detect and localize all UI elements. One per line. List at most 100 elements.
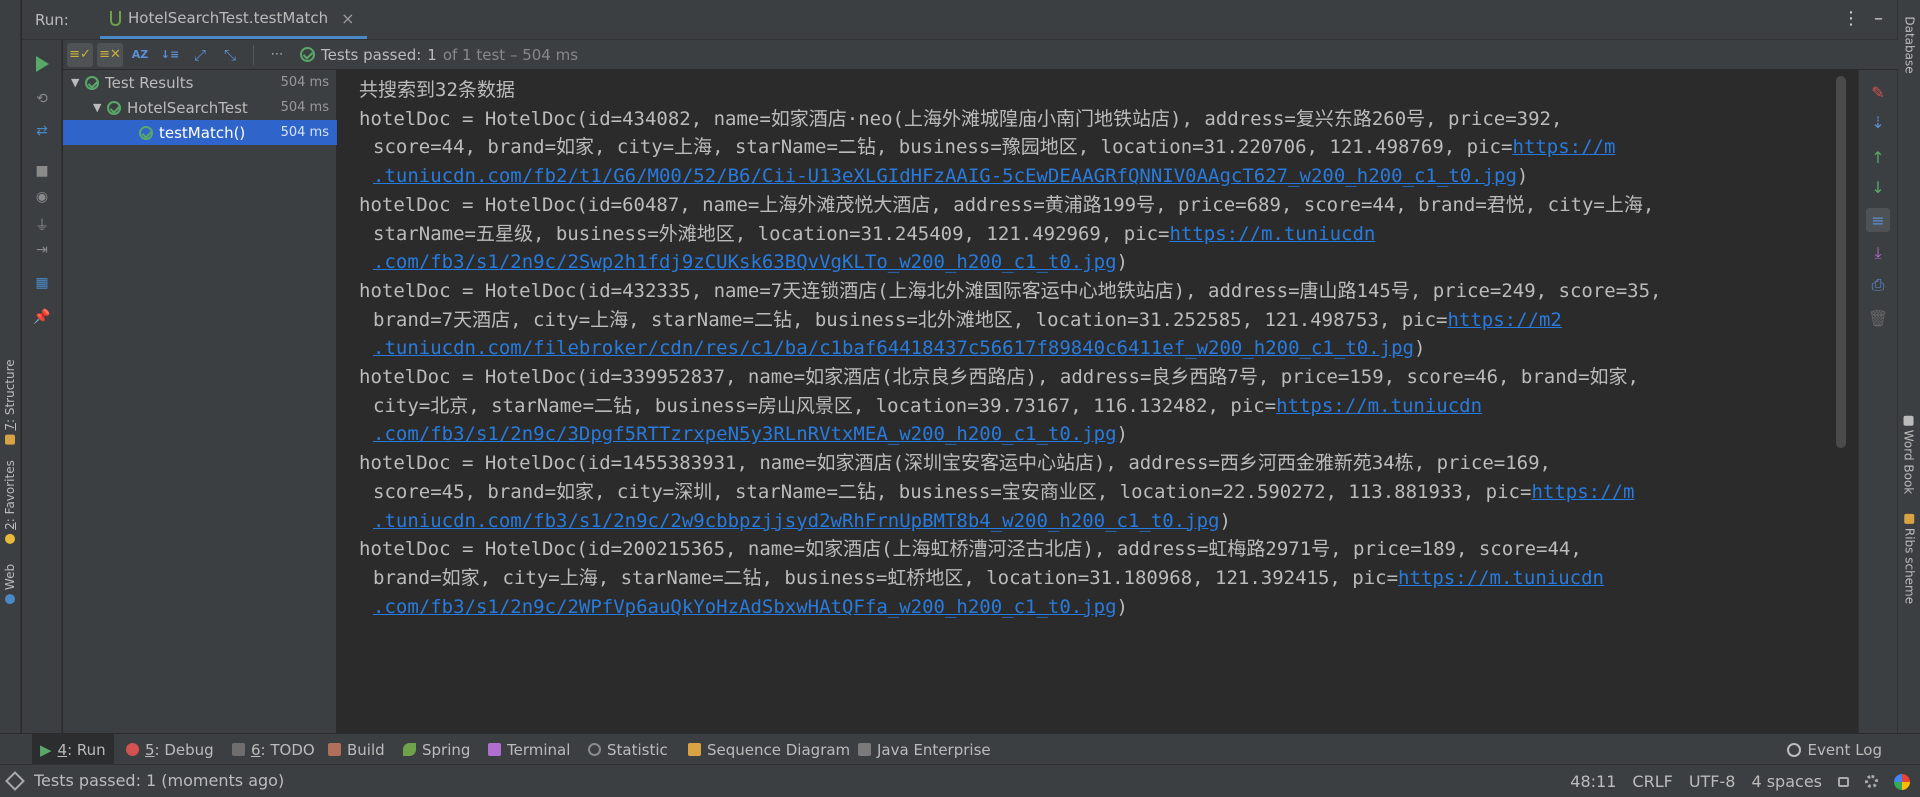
console-line-text: city=北京, starName=二钻, business=房山风景区, lo… bbox=[373, 394, 1277, 417]
database-tab-label: Database bbox=[1902, 16, 1916, 74]
web-tool-tab[interactable]: Web bbox=[3, 564, 17, 605]
console-output[interactable]: 共搜索到32条数据 hotelDoc = HotelDoc(id=434082, … bbox=[338, 70, 1858, 733]
ribs-icon bbox=[1904, 513, 1914, 524]
status-message[interactable]: Tests passed: 1 (moments ago) bbox=[34, 771, 284, 790]
console-line-tail: ) bbox=[1413, 337, 1426, 360]
passed-check-icon bbox=[85, 75, 99, 90]
file-encoding[interactable]: UTF-8 bbox=[1689, 772, 1736, 791]
gear-icon[interactable] bbox=[1865, 775, 1878, 788]
tab-todo[interactable]: 6: TODO bbox=[224, 734, 323, 765]
run-vertical-toolbar: ⟲ ⇄ ■ ◉ ⏚ ⇥ ▦ 📌 bbox=[22, 40, 62, 733]
tab-sequence-diagram[interactable]: Sequence Diagram bbox=[680, 734, 858, 765]
sort-lines-icon[interactable]: ⇣ bbox=[1866, 110, 1890, 134]
tree-row-label: testMatch() bbox=[159, 123, 246, 142]
tab-run[interactable]: ▶ 4: Run bbox=[32, 734, 114, 765]
structure-tool-tab[interactable]: 7: Structure bbox=[3, 359, 17, 445]
show-passed-toggle[interactable]: ≡✓ bbox=[67, 42, 93, 67]
console-link[interactable]: https://m bbox=[1531, 481, 1634, 503]
console-link[interactable]: .com/fb3/s1/2n9c/2Swp2h1fdj9zCUKsk63BQvV… bbox=[373, 251, 1117, 273]
expand-all-icon[interactable]: ⤢ bbox=[187, 43, 213, 67]
console-line-text: 共搜索到32条数据 bbox=[359, 79, 515, 101]
collapse-all-icon[interactable]: ⤡ bbox=[217, 43, 243, 67]
lock-icon[interactable] bbox=[1838, 776, 1849, 787]
console-link[interactable]: https://m bbox=[1512, 136, 1615, 158]
google-icon[interactable] bbox=[1894, 773, 1910, 790]
more-options-icon[interactable]: ⋮ bbox=[1842, 8, 1860, 29]
line-separator[interactable]: CRLF bbox=[1632, 772, 1672, 791]
more-icon[interactable]: ⋯ bbox=[264, 43, 290, 67]
console-link[interactable]: https://m.tuniucdn bbox=[1276, 395, 1482, 417]
toggle-auto-test-icon[interactable]: ⇄ bbox=[32, 121, 52, 141]
tab-spring[interactable]: Spring bbox=[395, 734, 478, 765]
speech-bubble-icon bbox=[1787, 742, 1802, 757]
wordbook-tool-tab[interactable]: Word Book bbox=[1902, 415, 1916, 495]
clear-all-icon[interactable]: ✎ bbox=[1866, 80, 1890, 104]
database-tool-tab[interactable]: Database bbox=[1902, 16, 1916, 73]
wordbook-tab-label: Word Book bbox=[1902, 429, 1916, 495]
print-icon[interactable]: ⎙ bbox=[1866, 273, 1890, 297]
tree-row-test-results[interactable]: ▼ Test Results 504 ms bbox=[63, 70, 337, 95]
tree-row-test-class[interactable]: ▼ HotelSearchTest 504 ms bbox=[63, 95, 337, 120]
book-icon bbox=[1904, 415, 1914, 426]
ribs-scheme-tool-tab[interactable]: Ribs scheme bbox=[1902, 513, 1916, 604]
console-link[interactable]: https://m2 bbox=[1447, 309, 1561, 331]
tab-statistic[interactable]: Statistic bbox=[580, 734, 676, 765]
show-ignored-toggle[interactable]: ≡✕ bbox=[97, 42, 123, 67]
caret-position[interactable]: 48:11 bbox=[1570, 772, 1616, 791]
stop-icon[interactable]: ■ bbox=[32, 161, 52, 181]
camera-icon[interactable]: ◉ bbox=[32, 187, 52, 207]
tab-java-enterprise[interactable]: Java Enterprise bbox=[850, 734, 999, 765]
rerun-failed-icon[interactable]: ⟲ bbox=[32, 89, 52, 109]
minimize-icon[interactable]: – bbox=[1874, 8, 1883, 29]
plug-icon[interactable]: ⏚ bbox=[32, 215, 52, 235]
close-icon[interactable]: × bbox=[341, 9, 354, 28]
ide-window: 7: Structure 2: Favorites Web Database W… bbox=[0, 0, 1920, 797]
status-toggle-icon[interactable] bbox=[5, 771, 25, 791]
tab-number: 4 bbox=[57, 740, 68, 759]
tab-terminal[interactable]: Terminal bbox=[480, 734, 578, 765]
tab-label: Sequence Diagram bbox=[707, 740, 851, 759]
expand-arrow-icon[interactable]: ▼ bbox=[71, 76, 85, 89]
tree-row-time: 504 ms bbox=[280, 125, 329, 140]
tab-label: : TODO bbox=[260, 740, 315, 759]
console-line-text: hotelDoc = HotelDoc(id=1455383931, name=… bbox=[359, 452, 1551, 475]
sort-duration-icon[interactable]: ↓≡ bbox=[157, 43, 183, 67]
indent-setting[interactable]: 4 spaces bbox=[1751, 772, 1822, 791]
console-link[interactable]: .com/fb3/s1/2n9c/2WPfVp6auQkYoHzAdSbxwHA… bbox=[373, 596, 1117, 618]
star-icon bbox=[5, 533, 15, 544]
favorites-tool-tab[interactable]: 2: Favorites bbox=[3, 460, 17, 544]
console-link[interactable]: https://m.tuniucdn bbox=[1169, 223, 1375, 245]
console-link[interactable]: .tuniucdn.com/filebroker/cdn/res/c1/ba/c… bbox=[373, 337, 1414, 359]
tree-row-test-method[interactable]: testMatch() 504 ms bbox=[63, 120, 337, 145]
statistic-icon bbox=[588, 743, 601, 756]
scroll-to-end-icon[interactable]: ⤓ bbox=[1866, 241, 1890, 265]
exit-icon[interactable]: ⇥ bbox=[32, 240, 52, 260]
bug-icon bbox=[126, 743, 139, 756]
console-link[interactable]: .tuniucdn.com/fb2/t1/G6/M00/52/B6/Cii-U1… bbox=[373, 165, 1517, 187]
console-line-tail: ) bbox=[1116, 251, 1128, 274]
tab-debug[interactable]: 5: Debug bbox=[118, 734, 222, 765]
console-link[interactable]: .tuniucdn.com/fb3/s1/2n9c/2w9cbbpzjjsyd2… bbox=[373, 510, 1219, 532]
rerun-button[interactable] bbox=[32, 54, 52, 74]
console-link[interactable]: https://m.tuniucdn bbox=[1398, 567, 1604, 589]
console-scrollbar[interactable] bbox=[1836, 76, 1846, 448]
tab-build[interactable]: Build bbox=[320, 734, 393, 765]
layout-icon[interactable]: ▦ bbox=[32, 273, 52, 293]
run-config-tab[interactable]: HotelSearchTest.testMatch × bbox=[100, 0, 367, 39]
soft-wrap-icon[interactable]: ≡ bbox=[1866, 208, 1890, 232]
test-status: Tests passed: 1 of 1 test – 504 ms bbox=[300, 46, 578, 64]
status-bar: Tests passed: 1 (moments ago) 48:11 CRLF… bbox=[0, 764, 1920, 797]
pin-icon[interactable]: 📌 bbox=[32, 307, 52, 327]
event-log-button[interactable]: Event Log bbox=[1787, 734, 1882, 765]
sort-alpha-icon[interactable]: AZ bbox=[127, 43, 153, 67]
trash-icon[interactable]: 🗑 bbox=[1866, 306, 1890, 330]
tab-number: 6 bbox=[251, 740, 261, 759]
console-link[interactable]: .com/fb3/s1/2n9c/3Dpgf5RTTzrxpeN5y3RLnRV… bbox=[373, 423, 1117, 445]
structure-tab-number: 7 bbox=[3, 423, 17, 431]
test-toolbar: ≡✓ ≡✕ AZ ↓≡ ⤢ ⤡ ⋯ Tests passed: 1 of 1 t… bbox=[63, 40, 1898, 69]
up-arrow-icon[interactable]: ↑ bbox=[1866, 145, 1890, 169]
status-right-widgets: 48:11 CRLF UTF-8 4 spaces bbox=[1570, 765, 1910, 797]
expand-arrow-icon[interactable]: ▼ bbox=[93, 101, 107, 114]
console-side-toolbar: ✎ ⇣ ↑ ↓ ≡ ⤓ ⎙ 🗑 bbox=[1858, 70, 1897, 733]
down-arrow-icon[interactable]: ↓ bbox=[1866, 175, 1890, 199]
